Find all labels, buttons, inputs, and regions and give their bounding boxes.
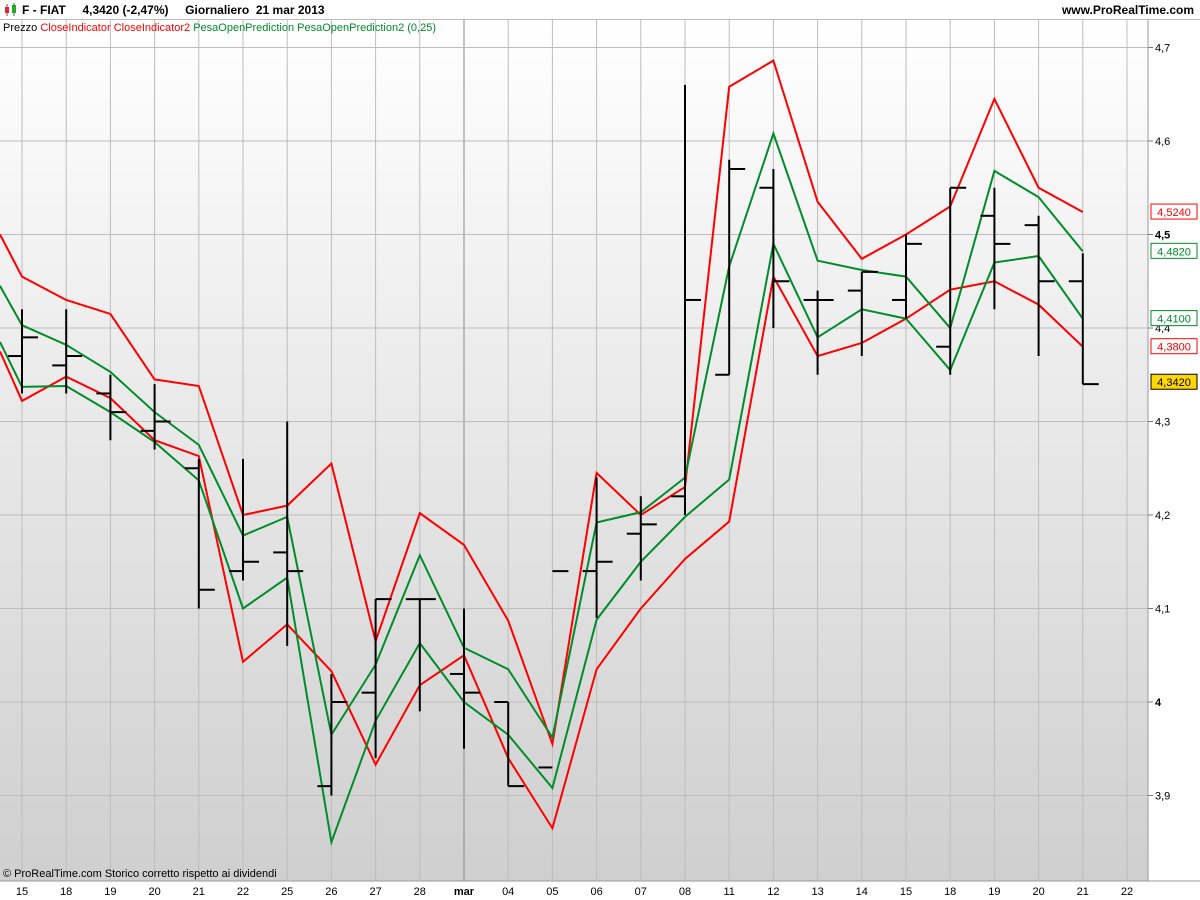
legend-close-indicator[interactable]: CloseIndicator	[40, 22, 110, 34]
x-tick-label: 20	[1032, 886, 1044, 898]
copyright-note: © ProRealTime.com Storico corretto rispe…	[3, 868, 277, 880]
legend-prezzo[interactable]: Prezzo	[3, 22, 37, 34]
legend-pesa-open-prediction[interactable]: PesaOpenPrediction	[193, 22, 294, 34]
x-tick-label: 21	[193, 886, 205, 898]
symbol-name: F - FIAT	[22, 3, 66, 17]
x-tick-label: 22	[237, 886, 249, 898]
chart-window: F - FIAT 4,3420 (-2,47%) Giornaliero 21 …	[0, 0, 1200, 900]
x-tick-label: 28	[414, 886, 426, 898]
x-tick-label: 26	[325, 886, 337, 898]
last-value-label: 4,3420	[1157, 377, 1191, 389]
x-tick-label: 19	[104, 886, 116, 898]
y-tick-label: 4,2	[1155, 510, 1170, 522]
y-tick-label: 4	[1155, 697, 1162, 709]
x-tick-label: 19	[988, 886, 1000, 898]
x-tick-label: 22	[1121, 886, 1133, 898]
x-tick-label: 04	[502, 886, 514, 898]
y-tick-label: 3,9	[1155, 791, 1170, 803]
last-value-label: 4,4100	[1157, 314, 1191, 326]
x-tick-label: 20	[148, 886, 160, 898]
candlestick-icon	[5, 3, 16, 16]
indicator-legend: Prezzo CloseIndicator CloseIndicator2 Pe…	[3, 22, 436, 34]
x-tick-label: 18	[944, 886, 956, 898]
legend-pesa-open-prediction2[interactable]: PesaOpenPrediction2 (0,25)	[297, 22, 436, 34]
x-tick-label: 08	[679, 886, 691, 898]
y-tick-label: 4,1	[1155, 604, 1170, 616]
chart-header: F - FIAT 4,3420 (-2,47%) Giornaliero 21 …	[0, 0, 1200, 20]
x-tick-label: 15	[900, 886, 912, 898]
x-tick-label: 25	[281, 886, 293, 898]
legend-close-indicator2[interactable]: CloseIndicator2	[114, 22, 190, 34]
last-value-label: 4,5240	[1157, 207, 1191, 219]
last-quote: 4,3420 (-2,47%)	[82, 3, 169, 17]
last-value-label: 4,4820	[1157, 246, 1191, 258]
x-tick-label: 13	[811, 886, 823, 898]
y-tick-label: 4,5	[1155, 230, 1170, 242]
x-tick-label: 07	[635, 886, 647, 898]
period-date: Giornaliero 21 mar 2013	[185, 3, 325, 17]
chart-title: F - FIAT 4,3420 (-2,47%) Giornaliero 21 …	[22, 3, 325, 17]
x-tick-label: 18	[60, 886, 72, 898]
y-tick-label: 4,3	[1155, 417, 1170, 429]
x-tick-label: 06	[590, 886, 602, 898]
last-value-label: 4,3800	[1157, 342, 1191, 354]
site-link[interactable]: www.ProRealTime.com	[1062, 3, 1194, 17]
price-chart[interactable]: 3,944,14,24,34,44,54,64,7 15 18 19 20 21 22 25…	[0, 20, 1200, 900]
x-tick-label: 15	[16, 886, 28, 898]
x-tick-label: 14	[856, 886, 868, 898]
y-tick-label: 4,7	[1155, 43, 1170, 55]
x-tick-label: 05	[546, 886, 558, 898]
x-tick-label: 11	[723, 886, 734, 898]
x-tick-label: 27	[369, 886, 381, 898]
x-tick-label: 21	[1077, 886, 1089, 898]
x-tick-label: mar	[454, 886, 475, 898]
y-tick-label: 4,6	[1155, 136, 1170, 148]
y-axis-background	[1148, 20, 1200, 881]
x-tick-label: 12	[767, 886, 779, 898]
